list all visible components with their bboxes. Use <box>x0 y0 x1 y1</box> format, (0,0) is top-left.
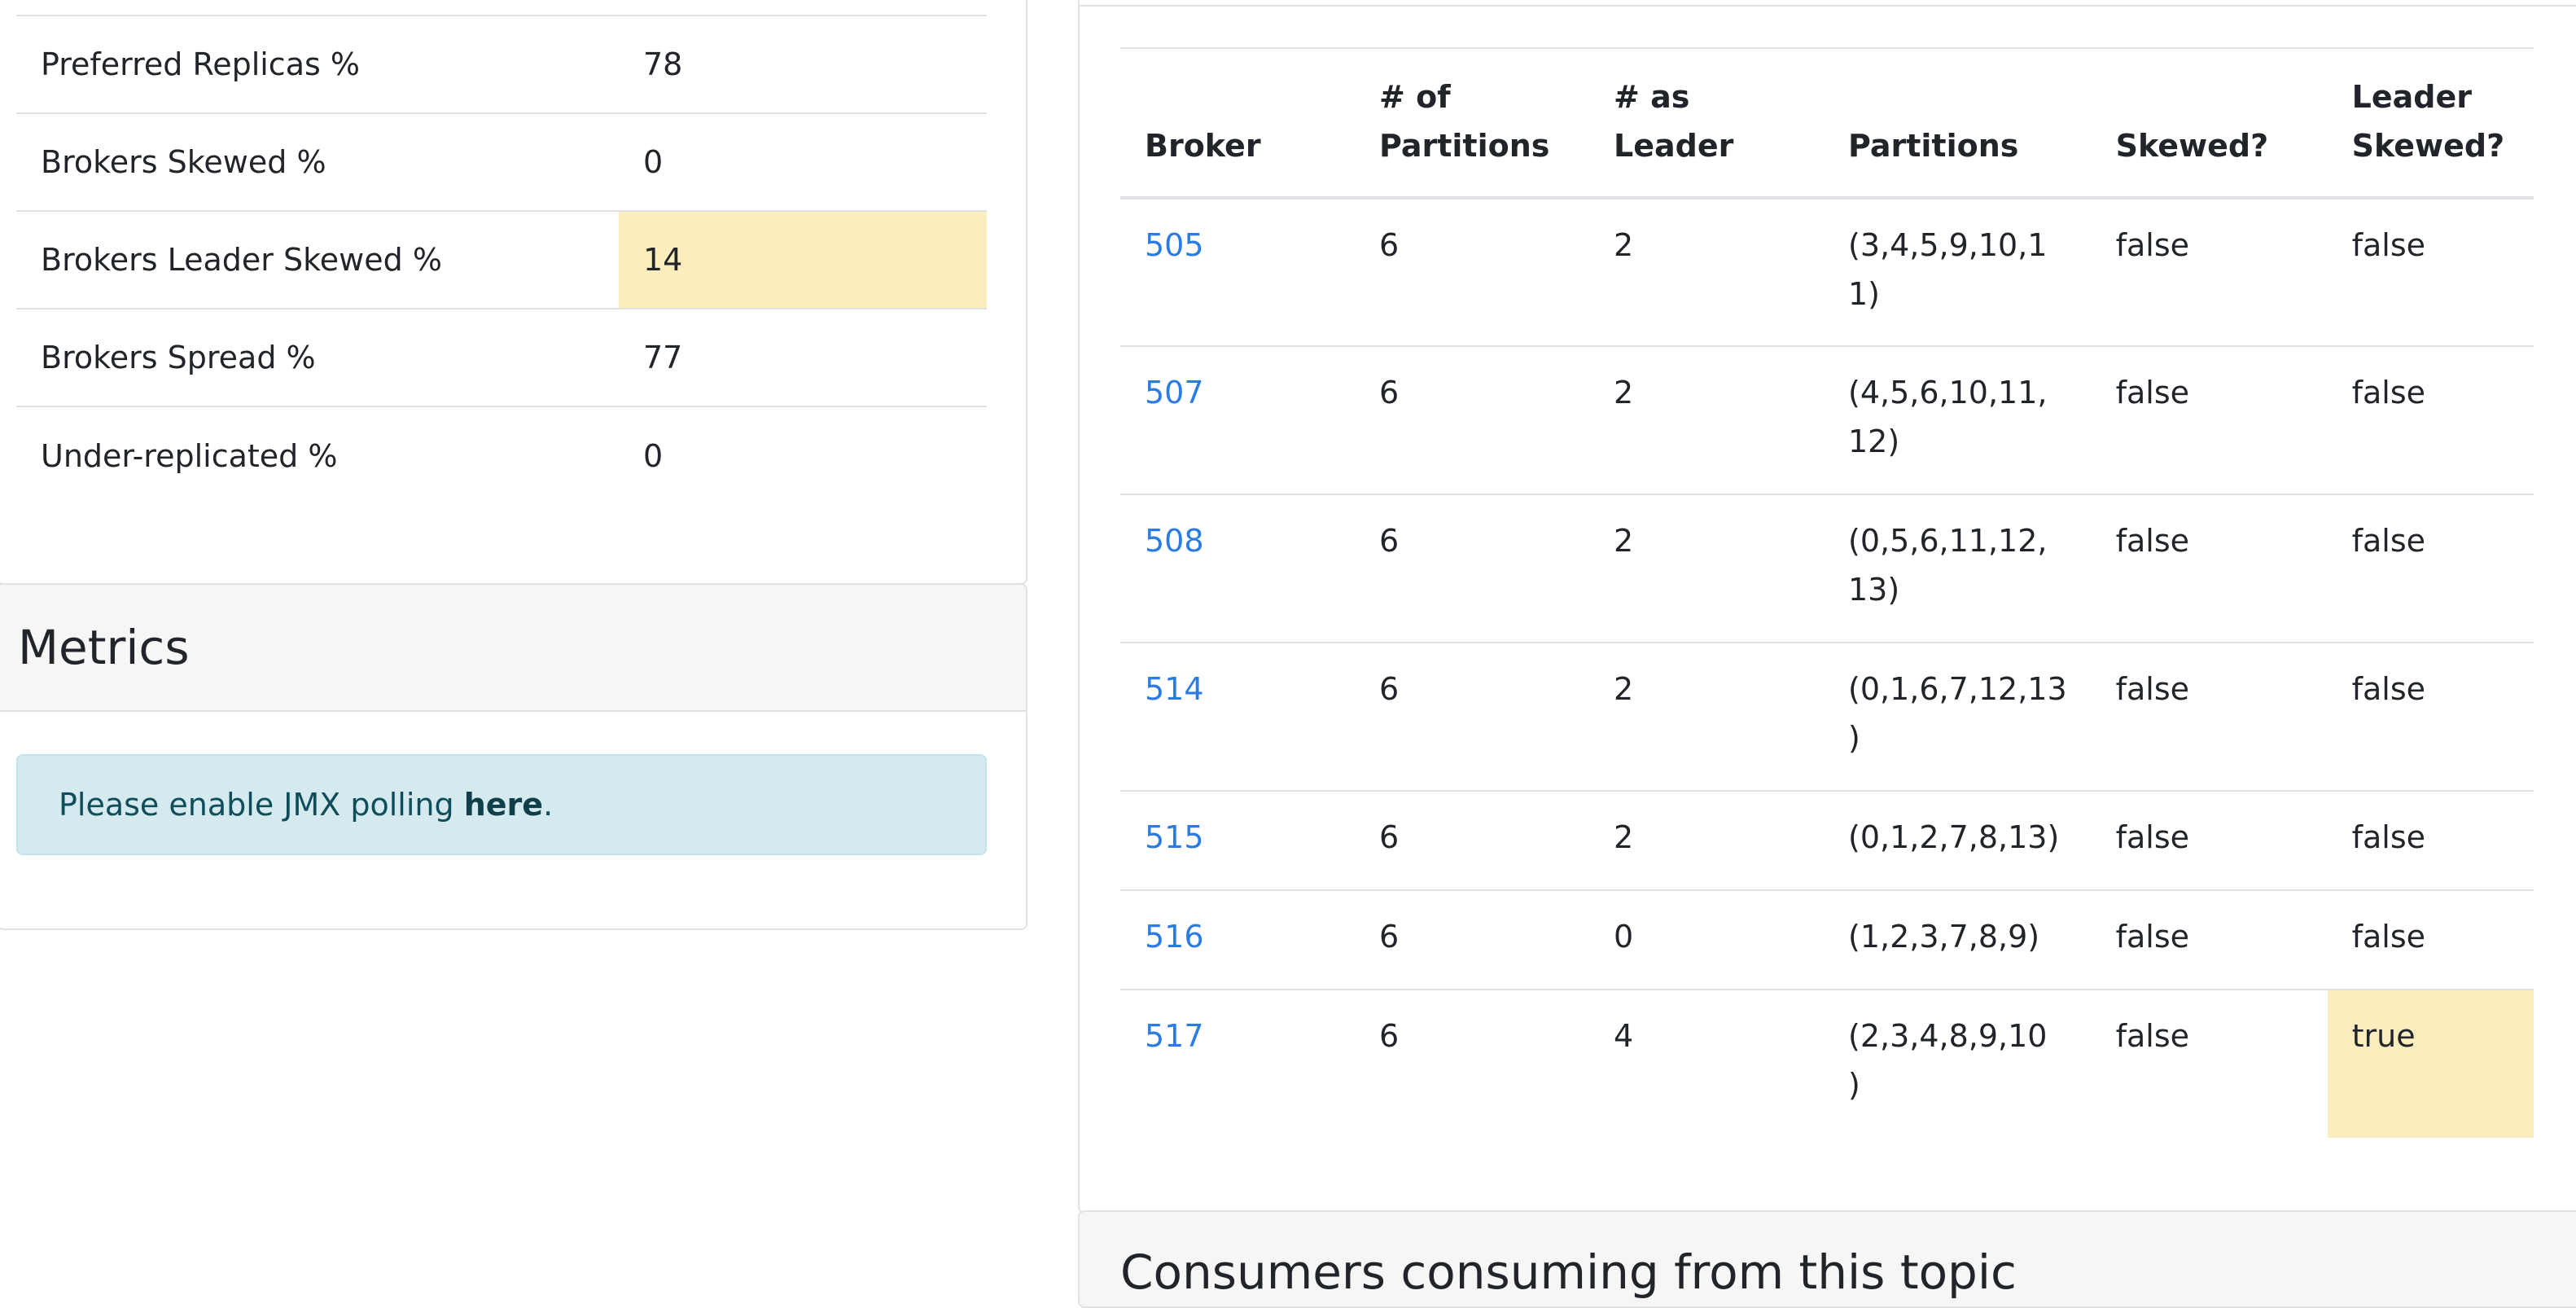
partition-list-cell: (0,1,2,7,8,13) <box>1824 790 2092 890</box>
skewed-cell: false <box>2115 227 2190 263</box>
leader-count-cell: 2 <box>1589 345 1824 494</box>
partition-count-cell: 6 <box>1355 889 1589 990</box>
summary-row-brokers-spread: Brokers Spread % 77 <box>16 308 987 406</box>
summary-row-under-replicated: Under-replicated % 0 <box>16 406 987 504</box>
skewed-cell: false <box>2091 494 2328 643</box>
leader-count-cell: 2 <box>1589 642 1824 791</box>
table-row: 516 6 0 (1,2,3,7,8,9) false false <box>1120 889 2534 990</box>
leader-count-cell: 2 <box>1589 790 1824 890</box>
skewed-cell: false <box>2091 642 2328 791</box>
metrics-card: Metrics Please enable JMX polling here. <box>0 583 1027 930</box>
consumers-card-header: Consumers consuming from this topic <box>1078 1210 2576 1308</box>
broker-cell: 516 <box>1120 889 1355 990</box>
broker-cell: 515 <box>1120 790 1355 890</box>
partition-list-cell: (0,1,6,7,12,13) <box>1824 642 2092 791</box>
partitions-by-broker-table: Broker # of Partitions # as Leader Partit… <box>1120 47 2534 1138</box>
broker-cell: 517 <box>1120 989 1355 1138</box>
summary-value-warning: 14 <box>619 210 987 309</box>
skewed-cell: false <box>2091 989 2328 1138</box>
broker-link[interactable]: 514 <box>1145 671 1204 707</box>
leader-skewed-cell: false <box>2327 889 2534 990</box>
header-skewed: Skewed? <box>2091 47 2328 200</box>
leader-skewed-cell-warning: true <box>2327 989 2534 1138</box>
partition-count-cell: 6 <box>1355 345 1589 494</box>
summary-value: 77 <box>619 308 987 406</box>
header-num-partitions: # of Partitions <box>1355 47 1589 200</box>
jmx-alert-text: Please enable JMX polling <box>59 787 464 823</box>
leader-count-cell: 2 <box>1614 227 1634 263</box>
partition-list-cell: (0,5,6,11,12, 13) <box>1824 494 2092 643</box>
partition-list-cell: (4,5,6,10,11, 12) <box>1824 345 2092 494</box>
broker-link[interactable]: 505 <box>1145 227 1204 263</box>
summary-row-preferred-replicas: Preferred Replicas % 78 <box>16 15 987 113</box>
leader-count-cell: 0 <box>1589 889 1824 990</box>
broker-link[interactable]: 515 <box>1145 819 1204 855</box>
skewed-cell: false <box>2091 345 2328 494</box>
table-header-row: Broker # of Partitions # as Leader Partit… <box>1120 47 2534 200</box>
summary-value: 78 <box>619 15 987 113</box>
broker-link[interactable]: 507 <box>1145 375 1204 410</box>
leader-skewed-cell: false <box>2327 345 2534 494</box>
skewed-cell: false <box>2091 790 2328 890</box>
broker-link[interactable]: 508 <box>1145 523 1204 559</box>
leader-count-cell: 2 <box>1589 494 1824 643</box>
skewed-cell: false <box>2091 889 2328 990</box>
table-row: 514 6 2 (0,1,6,7,12,13) false false <box>1120 642 2534 791</box>
leader-skewed-cell: false <box>2327 494 2534 643</box>
partition-list-cell: (1,2,3,7,8,9) <box>1824 889 2092 990</box>
partition-count-cell: 6 <box>1355 989 1589 1138</box>
partition-count-cell: 6 <box>1355 790 1589 890</box>
header-partitions: Partitions <box>1824 47 2092 200</box>
summary-row-brokers-leader-skewed: Brokers Leader Skewed % 14 <box>16 210 987 309</box>
broker-cell: 505 <box>1120 198 1355 346</box>
broker-cell: 514 <box>1120 642 1355 791</box>
table-row: 507 6 2 (4,5,6,10,11, 12) false false <box>1120 345 2534 494</box>
metrics-title: Metrics <box>0 585 1026 712</box>
broker-cell: 508 <box>1120 494 1355 643</box>
summary-label: Under-replicated % <box>16 406 619 504</box>
summary-label: Brokers Spread % <box>16 308 619 406</box>
partition-count-cell: 6 <box>1379 227 1400 263</box>
leader-skewed-cell: false <box>2351 227 2426 263</box>
leader-skewed-cell: false <box>2327 642 2534 791</box>
table-row: 517 6 4 (2,3,4,8,9,10) false true <box>1120 989 2534 1138</box>
partition-list-cell: (3,4,5,9,10,1 1) <box>1848 227 2048 312</box>
header-num-as-leader: # as Leader <box>1589 47 1824 200</box>
header-broker: Broker <box>1120 47 1355 200</box>
topic-summary-table: Preferred Replicas % 78 Brokers Skewed %… <box>16 15 987 504</box>
table-row: 505 6 2 (3,4,5,9,10,1 1) false false <box>1120 198 2534 346</box>
summary-label: Brokers Skewed % <box>16 112 619 211</box>
jmx-alert: Please enable JMX polling here. <box>16 754 987 855</box>
summary-value: 0 <box>619 406 987 504</box>
summary-value: 0 <box>619 112 987 211</box>
broker-cell: 507 <box>1120 345 1355 494</box>
consumers-card-title: Consumers consuming from this topic <box>1120 1244 2017 1300</box>
broker-link[interactable]: 516 <box>1145 919 1204 955</box>
jmx-alert-suffix: . <box>543 787 554 823</box>
leader-skewed-cell: false <box>2327 790 2534 890</box>
partition-count-cell: 6 <box>1355 642 1589 791</box>
enable-jmx-link[interactable]: here <box>464 787 543 823</box>
summary-label: Preferred Replicas % <box>16 15 619 113</box>
summary-row-brokers-skewed: Brokers Skewed % 0 <box>16 112 987 211</box>
leader-count-cell: 4 <box>1589 989 1824 1138</box>
partition-count-cell: 6 <box>1355 494 1589 643</box>
summary-label: Brokers Leader Skewed % <box>16 210 619 309</box>
table-row: 508 6 2 (0,5,6,11,12, 13) false false <box>1120 494 2534 643</box>
table-row: 515 6 2 (0,1,2,7,8,13) false false <box>1120 790 2534 890</box>
card-divider <box>1080 5 2576 7</box>
header-leader-skewed: Leader Skewed? <box>2327 47 2534 200</box>
partition-list-cell: (2,3,4,8,9,10) <box>1824 989 2092 1138</box>
broker-link[interactable]: 517 <box>1145 1018 1204 1054</box>
